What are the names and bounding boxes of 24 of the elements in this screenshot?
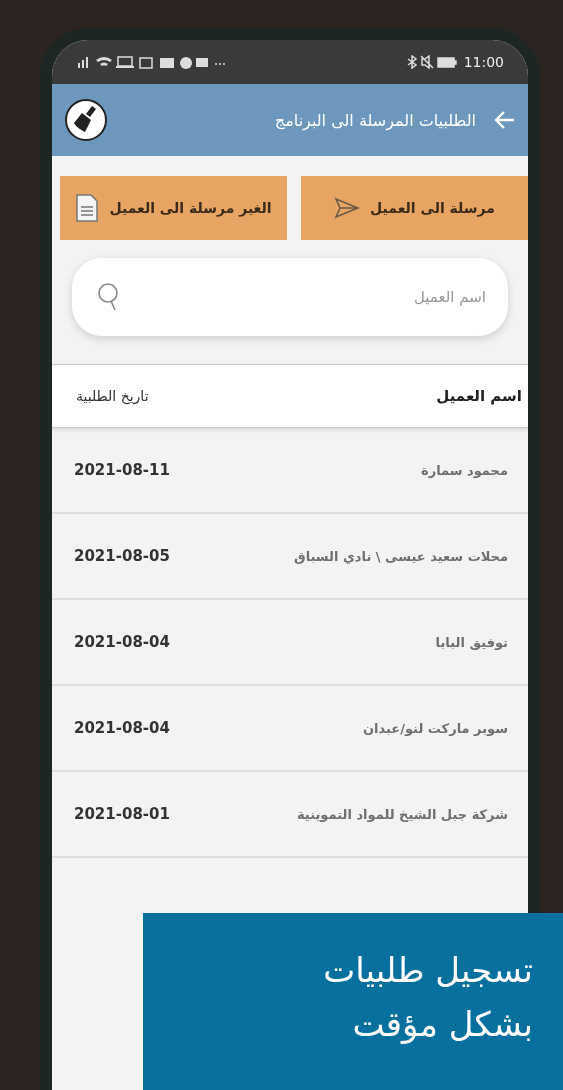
filter-button[interactable]: مرسلة الى العميل — [301, 176, 528, 240]
document-icon — [75, 193, 100, 223]
order-date: 2021-08-11 — [74, 461, 170, 479]
banner-text: بشكل مؤقت — [351, 1003, 533, 1046]
filter-button[interactable]: الغير مرسلة الى العميل — [60, 176, 287, 240]
customer-name: شركة جبل الشيخ للمواد التموينية — [297, 806, 508, 822]
send-icon — [334, 197, 361, 219]
customer-name: توفيق البابا — [435, 634, 508, 650]
search-field[interactable]: اسم العميل — [72, 258, 508, 336]
status-time: 11:00 — [463, 54, 504, 70]
order-date: 2021-08-05 — [74, 547, 170, 565]
app-bar-title: الطلبيات المرسلة الى البرنامج — [273, 110, 476, 130]
back-arrow-icon[interactable] — [494, 109, 516, 131]
status-icons — [405, 55, 458, 69]
customer-name: محلات سعيد عيسى \ نادي السباق — [294, 548, 508, 564]
order-date: 2021-08-04 — [74, 719, 170, 737]
banner-text: تسجيل طلبيات — [322, 949, 533, 992]
column-header: اسم العميل — [436, 387, 522, 405]
customer-name: محمود سمارة — [420, 462, 508, 478]
order-date: 2021-08-01 — [74, 805, 170, 823]
order-date: 2021-08-04 — [74, 633, 170, 651]
broom-icon[interactable] — [64, 98, 108, 142]
customer-name: سوبر ماركت لنو/عبدان — [362, 720, 508, 736]
column-header: تاريخ الطلبية — [76, 388, 149, 404]
